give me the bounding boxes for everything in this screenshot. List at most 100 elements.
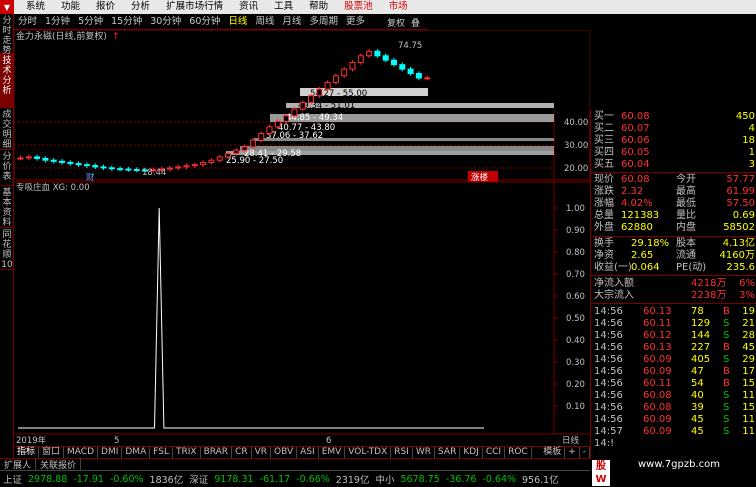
period-multi[interactable]: 多周期 bbox=[305, 14, 342, 30]
menu-function[interactable]: 功能 bbox=[53, 0, 88, 14]
indicator-tab[interactable]: EMV bbox=[319, 447, 346, 458]
candle-body bbox=[42, 157, 49, 161]
period-5min[interactable]: 5分钟 bbox=[74, 14, 107, 30]
tab-ths10[interactable]: 同花顺10 bbox=[0, 228, 14, 270]
menu-stock-pool[interactable]: 股票池 bbox=[336, 0, 381, 14]
stat-label: 现价 bbox=[594, 174, 614, 185]
index-chg: -61.17 bbox=[259, 473, 291, 485]
tab-trade-detail[interactable]: 成交明细 bbox=[0, 108, 14, 150]
candle-body bbox=[415, 73, 422, 79]
period-bar: 分时 1分钟 5分钟 15分钟 30分钟 60分钟 日线 周线 月线 多周期 更… bbox=[14, 14, 428, 30]
period-1min[interactable]: 1分钟 bbox=[41, 14, 74, 30]
indicator-tab[interactable]: WR bbox=[413, 447, 436, 458]
adjust-button[interactable]: 复权 bbox=[384, 16, 408, 29]
flow-pct: 3% bbox=[739, 290, 755, 301]
quote-row: 14:56 60.09 47 B 17 bbox=[591, 366, 756, 378]
indicator-tab[interactable]: 指标 bbox=[14, 447, 40, 458]
indicator-tab[interactable]: FSL bbox=[150, 447, 173, 458]
candle-body bbox=[208, 159, 215, 163]
quote-row: 14:56 60.11 129 S 21 bbox=[591, 318, 756, 330]
bottom-tabs: 扩展人 关联报价 bbox=[0, 458, 600, 471]
indicator-tab[interactable]: KDJ bbox=[460, 447, 483, 458]
quote-row: 14:56 60.09 45 S 11 bbox=[591, 414, 756, 426]
tab-basic-info[interactable]: 基本资料 bbox=[0, 186, 14, 228]
ad-url[interactable]: www.7gpzb.com bbox=[638, 458, 720, 471]
bid-volume: 450 bbox=[735, 111, 755, 122]
tick-time: 14:56 bbox=[594, 342, 623, 353]
up-arrow-icon: ↑ bbox=[112, 32, 120, 42]
candle-body bbox=[274, 120, 281, 128]
period-30min[interactable]: 30分钟 bbox=[146, 14, 185, 30]
period-weekly[interactable]: 周线 bbox=[251, 14, 278, 30]
indicator-axis-label: 0.20 bbox=[566, 380, 585, 390]
ad-banner[interactable]: 股W www.7gpzb.com bbox=[590, 458, 756, 487]
indicator-tab[interactable]: MACD bbox=[64, 447, 99, 458]
indicator-tab[interactable]: SAR bbox=[435, 447, 461, 458]
tick-direction: B bbox=[723, 366, 730, 377]
indicator-tab[interactable]: ROC bbox=[505, 447, 532, 458]
stat-label: 今开 bbox=[676, 174, 696, 185]
candle-body bbox=[75, 163, 82, 166]
overlay-button[interactable]: 叠 bbox=[408, 16, 423, 29]
index-pct: -0.64% bbox=[482, 473, 517, 485]
range-label: 49.34 - 51.01 bbox=[298, 101, 355, 111]
stat-label: 总量 bbox=[594, 210, 614, 221]
index-name[interactable]: 上证 bbox=[0, 472, 25, 486]
menu-quote[interactable]: 报价 bbox=[88, 0, 123, 14]
indicator-tab[interactable]: 模板 bbox=[540, 447, 566, 458]
candle-body bbox=[349, 61, 356, 70]
month-label: 5 bbox=[114, 436, 119, 446]
menu-market[interactable]: 市场 bbox=[381, 0, 416, 14]
menu-system[interactable]: 系统 bbox=[18, 0, 53, 14]
finance-marker[interactable]: 财 bbox=[86, 172, 95, 183]
candle-body bbox=[291, 108, 298, 117]
candle-body bbox=[366, 50, 373, 57]
indicator-tab[interactable]: OBV bbox=[271, 447, 298, 458]
bid-volume: 1 bbox=[748, 147, 755, 158]
indicator-tab[interactable]: VOL-TDX bbox=[345, 447, 392, 458]
quote-row: 14:57 60.09 45 S 11 bbox=[591, 426, 756, 438]
indicator-title: 专吸庄血 XG: 0.00 bbox=[16, 182, 90, 193]
tab-technical[interactable]: 技术分析 bbox=[0, 54, 14, 108]
candle-body bbox=[225, 153, 231, 158]
tab-timeshare[interactable]: 分时走势 bbox=[0, 14, 14, 56]
quote-row: 现价 60.08 今开 57.77 bbox=[591, 174, 756, 186]
index-name[interactable]: 深证 bbox=[186, 472, 211, 486]
menu-extended-market[interactable]: 扩展市场行情 bbox=[158, 0, 231, 14]
indicator-tab[interactable]: CCI bbox=[483, 447, 506, 458]
tick-time: 14:! bbox=[594, 438, 615, 449]
tick-count: 28 bbox=[742, 330, 755, 341]
indicator-tab[interactable]: VR bbox=[252, 447, 272, 458]
tab-price-table[interactable]: 分价表 bbox=[0, 150, 14, 186]
indicator-tab[interactable]: + bbox=[565, 447, 580, 458]
indicator-tab[interactable]: DMI bbox=[98, 447, 123, 458]
quote-row: 买三 60.06 18 bbox=[591, 135, 756, 147]
menu-help[interactable]: 帮助 bbox=[301, 0, 336, 14]
index-name[interactable]: 中小 bbox=[372, 472, 397, 486]
chart-area[interactable]: 金力永磁(日线,前复权) ↑ 54.27 - 55.00 49.34 - 51.… bbox=[14, 30, 590, 458]
indicator-tab[interactable]: - bbox=[580, 447, 590, 458]
menu-news[interactable]: 资讯 bbox=[231, 0, 266, 14]
menu-analysis[interactable]: 分析 bbox=[123, 0, 158, 14]
period-timeshare[interactable]: 分时 bbox=[14, 14, 41, 30]
period-15min[interactable]: 15分钟 bbox=[107, 14, 146, 30]
indicator-tab[interactable]: CR bbox=[232, 447, 252, 458]
indicator-tab[interactable]: ASI bbox=[297, 447, 319, 458]
bid-price: 60.08 bbox=[621, 111, 650, 122]
indicator-axis-label: 0.90 bbox=[566, 226, 585, 236]
tick-price: 60.11 bbox=[643, 318, 672, 329]
menu-tools[interactable]: 工具 bbox=[266, 0, 301, 14]
indicator-tab[interactable]: BRAR bbox=[201, 447, 233, 458]
indicator-tab[interactable]: DMA bbox=[122, 447, 151, 458]
period-daily[interactable]: 日线 bbox=[224, 14, 251, 30]
indicator-tab[interactable]: 窗口 bbox=[39, 447, 65, 458]
period-more[interactable]: 更多 bbox=[342, 14, 369, 30]
index-amt: 956.1亿 bbox=[522, 475, 559, 486]
period-monthly[interactable]: 月线 bbox=[278, 14, 305, 30]
indicator-tab[interactable]: TRIX bbox=[173, 447, 201, 458]
stat-value: 0.69 bbox=[732, 210, 755, 221]
quote-row: 总量 121383 量比 0.69 bbox=[591, 210, 756, 222]
period-60min[interactable]: 60分钟 bbox=[185, 14, 224, 30]
indicator-tab[interactable]: RSI bbox=[391, 447, 413, 458]
candle-body bbox=[200, 161, 207, 166]
